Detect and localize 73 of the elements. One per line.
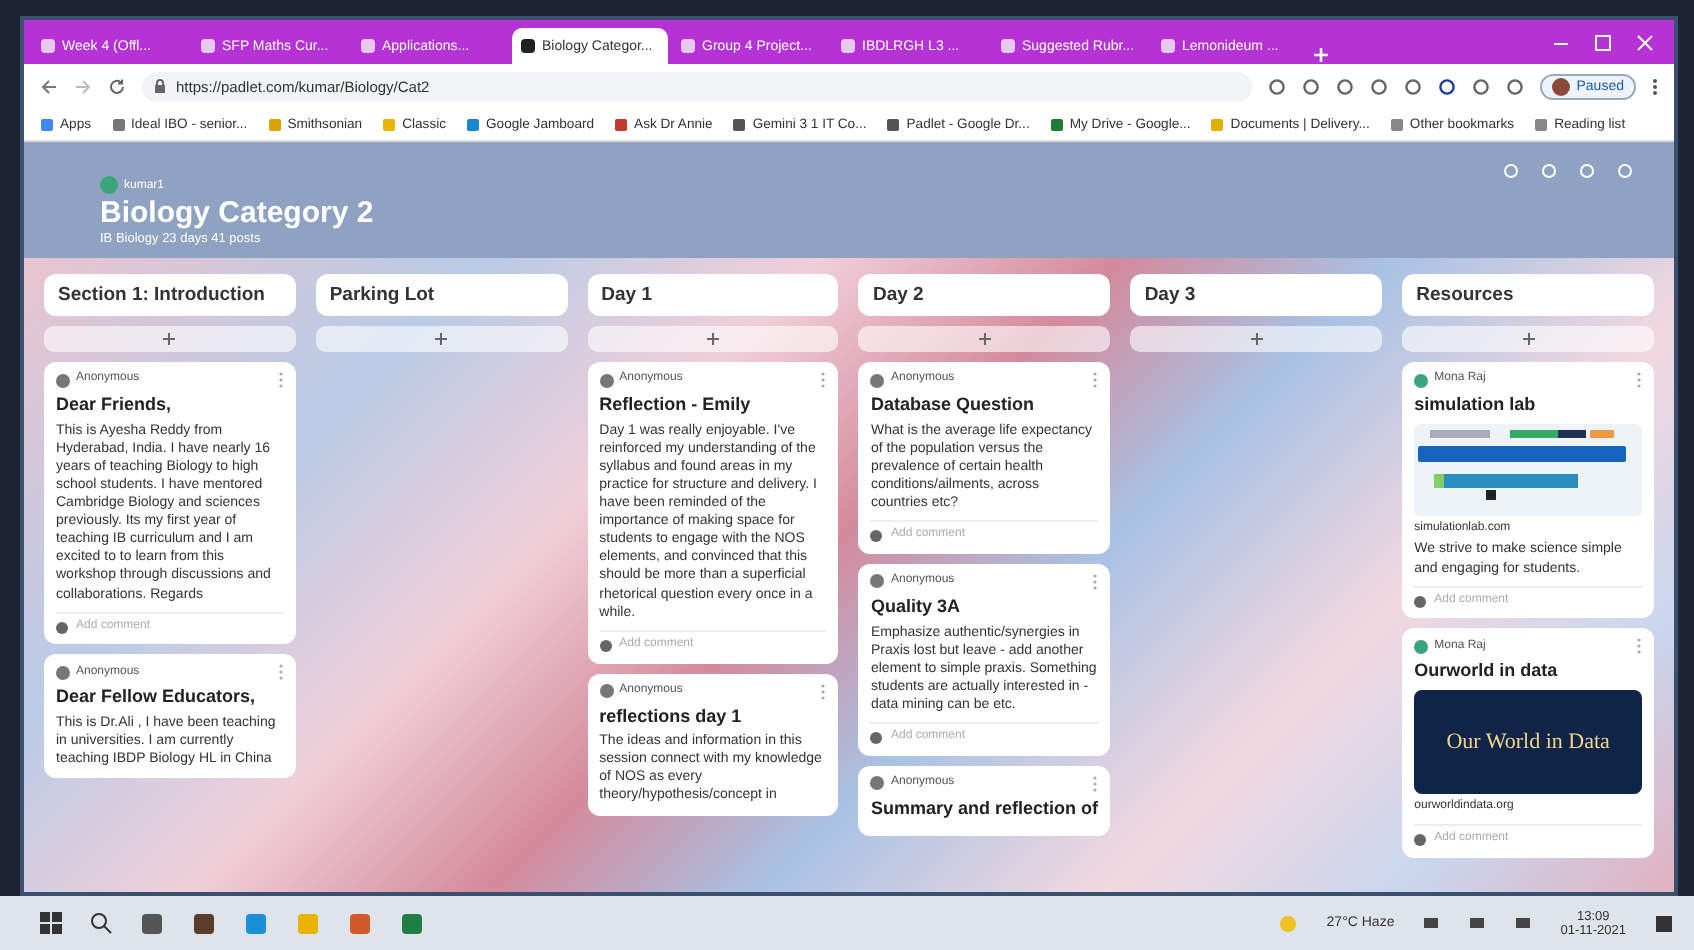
avatar-icon xyxy=(1414,833,1427,846)
page-icon xyxy=(680,38,696,54)
back-arrow-icon[interactable] xyxy=(40,77,58,95)
close-icon[interactable] xyxy=(1636,33,1654,51)
bookmark-icon xyxy=(886,117,901,131)
post-title: reflections day 1 xyxy=(599,705,744,729)
avatar-icon xyxy=(599,373,614,387)
post-title: Reflection - Emily xyxy=(599,394,753,418)
page-icon xyxy=(520,38,536,54)
link-preview-image[interactable]: Our World in Data xyxy=(1414,690,1642,795)
plus-icon xyxy=(434,332,449,346)
column-title: Day 1 xyxy=(587,274,839,316)
bookmark-icon xyxy=(614,117,629,131)
post-title: simulation lab xyxy=(1414,394,1538,418)
page-icon xyxy=(1160,38,1176,54)
avatar-icon xyxy=(870,732,883,744)
plus-icon xyxy=(1521,332,1536,346)
column-title: Day 3 xyxy=(1130,274,1383,316)
avatar-icon xyxy=(870,530,883,543)
bookmark-icon xyxy=(382,117,397,131)
plus-icon xyxy=(1249,332,1264,346)
app-icon[interactable] xyxy=(192,911,216,935)
avatar-icon xyxy=(870,574,885,589)
bookmark-icon xyxy=(1210,117,1225,131)
page-icon xyxy=(1000,38,1016,54)
reload-icon[interactable] xyxy=(108,77,126,95)
spreadsheet-icon[interactable] xyxy=(400,911,424,935)
circle-icon[interactable] xyxy=(1438,77,1457,95)
post-title: Dear Fellow Educators, xyxy=(56,686,258,711)
page-icon xyxy=(360,38,376,54)
avatar-icon xyxy=(599,639,612,652)
avatar-icon xyxy=(1414,639,1429,654)
post-title: Ourworld in data xyxy=(1414,660,1560,685)
browser-icon[interactable] xyxy=(348,911,372,935)
lock-icon xyxy=(154,78,166,94)
avatar-icon xyxy=(870,373,885,387)
board-title: Biology Category 2 xyxy=(100,196,376,230)
plus-icon xyxy=(977,332,992,346)
page-icon xyxy=(840,38,856,54)
page-icon xyxy=(40,38,56,54)
avatar-icon xyxy=(56,665,70,680)
avatar-icon xyxy=(56,621,68,634)
column-title: Day 2 xyxy=(858,274,1111,316)
avatar-icon xyxy=(599,684,614,699)
sun-icon xyxy=(1278,913,1299,933)
folder-icon xyxy=(1389,117,1404,131)
avatar-icon xyxy=(100,176,118,194)
browser-icon[interactable] xyxy=(244,911,268,935)
avatar-icon xyxy=(1414,373,1429,387)
post-title: Summary and reflection of xyxy=(870,797,1099,822)
column-title: Section 1: Introduction xyxy=(44,274,296,316)
new-tab-icon[interactable] xyxy=(1312,46,1330,64)
page-icon xyxy=(200,38,216,54)
bookmark-icon xyxy=(732,117,747,131)
column-title: Resources xyxy=(1402,274,1654,316)
bookmark-icon xyxy=(267,117,282,131)
bookmark-icon xyxy=(1534,117,1549,131)
post-title: Database Question xyxy=(870,394,1037,418)
avatar-icon xyxy=(870,776,885,791)
bookmark-icon xyxy=(466,117,480,131)
bookmark-icon xyxy=(111,117,125,131)
maximize-icon[interactable] xyxy=(1594,33,1612,51)
bookmark-icon xyxy=(1049,117,1064,131)
plus-icon xyxy=(706,332,721,346)
post-title: Dear Friends, xyxy=(56,394,174,418)
windows-logo-icon[interactable] xyxy=(40,912,62,934)
avatar-icon xyxy=(1414,595,1427,608)
avatar-icon xyxy=(56,373,70,387)
plus-icon xyxy=(162,332,177,346)
column-title: Parking Lot xyxy=(315,274,568,316)
post-title: Quality 3A xyxy=(870,595,962,620)
bookmark-icon xyxy=(40,117,54,131)
avatar-icon xyxy=(1552,77,1571,95)
